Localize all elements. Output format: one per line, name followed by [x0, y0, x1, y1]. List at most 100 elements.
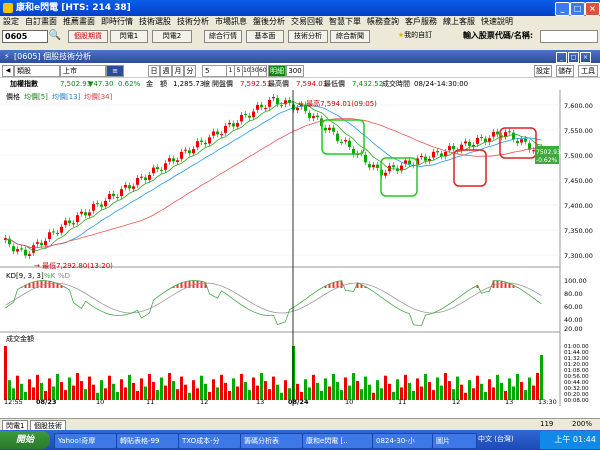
menu-item-11[interactable]: 客戶服務	[402, 16, 440, 28]
toolbar-button-0[interactable]: 個股期貨	[68, 30, 108, 43]
market-select[interactable]: 上市	[60, 65, 106, 77]
index-change: ▼47.30	[88, 80, 114, 88]
menu-item-12[interactable]: 線上客服	[440, 16, 478, 28]
period-button-0[interactable]: 日	[148, 65, 160, 77]
close-icon[interactable]: ×	[585, 2, 600, 16]
volume-bar	[36, 374, 39, 400]
tools-button[interactable]: 工具	[578, 65, 598, 77]
stock-search-input[interactable]	[540, 30, 598, 43]
volume-bar	[188, 392, 191, 400]
volume-unit: 億	[203, 80, 210, 88]
candle	[296, 107, 299, 111]
menu-item-9[interactable]: 智慧下單	[326, 16, 364, 28]
count-field[interactable]: 300	[286, 65, 304, 77]
volume-bar	[28, 379, 31, 400]
volume-bar	[200, 375, 203, 400]
taskbar-item-2[interactable]: TXO成本-分	[178, 433, 241, 449]
volume-bar	[264, 381, 267, 400]
minute-button-4[interactable]: 60	[258, 65, 267, 77]
volume-bar	[148, 373, 151, 400]
menu-item-7[interactable]: 盤後分析	[250, 16, 288, 28]
candle	[92, 204, 95, 211]
toolbar-button-6[interactable]: 綜合新聞	[330, 30, 370, 43]
menu-item-10[interactable]: 帳務查詢	[364, 16, 402, 28]
ime-indicator[interactable]: 中文 (台灣)	[478, 434, 514, 444]
menu-item-2[interactable]: 推薦畫面	[60, 16, 98, 28]
stock-code-input[interactable]: 0605	[2, 30, 48, 43]
candle	[232, 123, 235, 127]
volume-bar	[332, 373, 335, 400]
volume-bar	[208, 391, 211, 400]
candle	[436, 151, 439, 153]
search-label: 輸入股票代碼/名稱:	[462, 31, 534, 40]
volume-bar	[316, 382, 319, 400]
volume-bar	[244, 382, 247, 400]
toolbar-button-2[interactable]: 閃電2	[152, 30, 192, 43]
candle	[384, 172, 387, 176]
candle	[264, 107, 267, 109]
save-button[interactable]: 儲存	[556, 65, 574, 77]
period-button-2[interactable]: 月	[172, 65, 184, 77]
taskbar-item-6[interactable]: 圖片	[432, 433, 477, 449]
period-button-1[interactable]: 週	[160, 65, 172, 77]
interval-select[interactable]: 5	[202, 65, 228, 77]
menu-item-6[interactable]: 市場訊息	[212, 16, 250, 28]
candle	[340, 141, 343, 143]
volume-bar	[168, 373, 171, 400]
panel-minimize-icon[interactable]: _	[556, 52, 567, 63]
menu-item-0[interactable]: 設定	[0, 16, 22, 28]
time-label: 成交時間	[382, 80, 410, 88]
taskbar-item-3[interactable]: 籌碼分析表	[240, 433, 303, 449]
prev-icon[interactable]: ◀	[2, 65, 14, 77]
menu-item-4[interactable]: 技術選股	[136, 16, 174, 28]
technical-chart[interactable]: 價格 均價[5] 均價[13] 均價[34] KD[9, 3, 3] %K %D…	[0, 90, 600, 406]
candle	[492, 131, 495, 137]
panel-maximize-icon[interactable]: □	[568, 52, 579, 63]
toolbar-button-3[interactable]: 綜合行情	[204, 30, 242, 43]
volume-bar	[420, 386, 423, 400]
mode-button[interactable]: 明細	[268, 65, 286, 77]
list-icon[interactable]: ≡	[106, 65, 124, 77]
menu-item-8[interactable]: 交易回報	[288, 16, 326, 28]
legend-d: %D	[58, 272, 70, 280]
toolbar-button-4[interactable]: 基本面	[246, 30, 284, 43]
candle	[336, 133, 339, 141]
menu-item-3[interactable]: 即時行情	[98, 16, 136, 28]
start-button[interactable]: 開始	[0, 431, 50, 449]
candle	[240, 114, 243, 122]
taskbar-item-5[interactable]: 0824-30-小	[372, 433, 433, 449]
search-icon[interactable]: 🔍	[48, 30, 62, 41]
volume-bar	[128, 374, 131, 400]
x-tick: 10	[345, 398, 353, 406]
volume-bar	[192, 380, 195, 400]
panel-close-icon[interactable]: ×	[580, 52, 591, 63]
type-select[interactable]: 類股	[14, 65, 60, 77]
toolbar-button-5[interactable]: 技術分析	[288, 30, 328, 43]
x-tick: 12	[452, 398, 460, 406]
taskbar-item-1[interactable]: 轉貼表格-99	[116, 433, 179, 449]
volume-bar	[432, 390, 435, 400]
settings-button[interactable]: 設定	[534, 65, 552, 77]
volume-bar	[24, 391, 27, 400]
price-tick: 7,350.00	[564, 227, 593, 235]
volume-bar	[220, 374, 223, 400]
period-button-3[interactable]: 分	[184, 65, 196, 77]
candle	[124, 184, 127, 188]
minimize-icon[interactable]: _	[555, 2, 570, 16]
candle	[372, 164, 375, 168]
menu-item-13[interactable]: 快速說明	[478, 16, 516, 28]
volume-bar	[104, 388, 107, 400]
last-price: 7502.93	[536, 149, 561, 156]
taskbar-item-4[interactable]: 康和e閃電 [..	[302, 433, 373, 449]
candle	[280, 105, 283, 107]
menu-item-1[interactable]: 自訂畫面	[22, 16, 60, 28]
volume-bar	[524, 390, 527, 400]
candle	[324, 127, 327, 131]
toolbar-button-1[interactable]: 閃電1	[110, 30, 148, 43]
maximize-icon[interactable]: □	[570, 2, 585, 16]
candle	[376, 164, 379, 168]
menu-item-5[interactable]: 技術分析	[174, 16, 212, 28]
taskbar-item-0[interactable]: Yahoo!奇摩	[54, 433, 117, 449]
candle	[272, 97, 275, 99]
favorite-button[interactable]: ★我的自訂	[390, 30, 440, 41]
